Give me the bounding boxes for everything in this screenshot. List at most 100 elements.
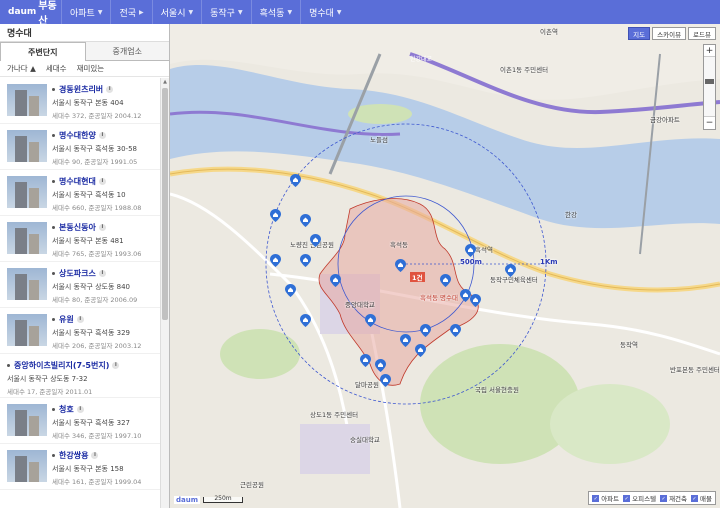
apartment-marker-icon[interactable]: [450, 324, 461, 337]
info-badge-icon[interactable]: i: [112, 362, 120, 369]
top-navigation-bar: daum 부동산 아파트 ▼ 전국 ▶ 서울시 ▼ 동작구 ▼ 흑석동 ▼ 명수대 ▼: [0, 0, 720, 27]
apartment-marker-icon[interactable]: [420, 324, 431, 337]
sort-by-other[interactable]: 재미있는: [77, 63, 105, 74]
map-type-map-button[interactable]: 지도: [628, 27, 651, 40]
apartment-marker-icon[interactable]: [440, 274, 451, 287]
apartment-thumbnail[interactable]: [7, 450, 47, 482]
checkbox-icon[interactable]: ✓: [592, 494, 600, 502]
complex-name[interactable]: 본동신동아 i: [52, 222, 158, 233]
sort-by-households[interactable]: 세대수: [46, 63, 67, 74]
chevron-down-icon: ▼: [237, 8, 243, 16]
breadcrumb-city[interactable]: 서울시 ▼: [153, 0, 203, 24]
complex-name[interactable]: 청호 i: [52, 404, 158, 415]
list-item[interactable]: 청호 i 서울시 동작구 흑석동 327 세대수 346, 준공일자 1997.10: [0, 398, 160, 444]
info-badge-icon[interactable]: i: [76, 406, 84, 413]
apartment-thumbnail[interactable]: [7, 176, 47, 208]
legend-apartment[interactable]: ✓ 아파트: [592, 493, 619, 503]
tab-agencies[interactable]: 중개업소: [85, 42, 169, 61]
scrollbar-thumb[interactable]: [162, 88, 168, 320]
map-view[interactable]: 이촌역 이촌1동 주민센터 한강대교 노들섬 한강 흑석역 흑석동 중앙대학교 …: [170, 24, 720, 508]
info-badge-icon[interactable]: i: [76, 316, 84, 323]
sidebar-title: 명수대: [0, 24, 169, 42]
breadcrumb-complex[interactable]: 명수대 ▼: [301, 0, 349, 24]
info-badge-icon[interactable]: i: [98, 178, 106, 185]
map-type-roadview-button[interactable]: 로드뷰: [688, 27, 716, 40]
info-badge-icon[interactable]: i: [106, 86, 114, 93]
zoom-slider-knob[interactable]: [705, 79, 714, 84]
list-item[interactable]: 상도파크스 i 서울시 동작구 상도동 840 세대수 80, 준공일자 2006.0…: [0, 262, 160, 308]
apartment-marker-icon[interactable]: [465, 244, 476, 257]
apartment-thumbnail[interactable]: [7, 130, 47, 162]
breadcrumb-nation[interactable]: 전국 ▶: [111, 0, 153, 24]
complex-name[interactable]: 상도파크스 i: [52, 268, 158, 279]
apartment-thumbnail[interactable]: [7, 268, 47, 300]
legend-officetel[interactable]: ✓ 오피스텔: [623, 493, 656, 503]
apartment-marker-icon[interactable]: [270, 254, 281, 267]
info-badge-icon[interactable]: i: [98, 270, 106, 277]
scroll-up-icon[interactable]: ▲: [161, 78, 169, 86]
apartment-marker-icon[interactable]: [470, 294, 481, 307]
daum-logo: daum: [8, 7, 37, 17]
daum-real-estate-logo[interactable]: daum 부동산: [0, 0, 62, 27]
apartment-marker-icon[interactable]: [300, 254, 311, 267]
complex-name[interactable]: 명수대현대 i: [52, 176, 158, 187]
apartment-marker-icon[interactable]: [415, 344, 426, 357]
complex-address: 서울시 동작구 본동 158: [52, 465, 124, 473]
apartment-marker-icon[interactable]: [330, 274, 341, 287]
selected-count-tag[interactable]: 1건: [410, 272, 425, 282]
complex-name[interactable]: 중앙하이츠빌리지(7-5번지) i: [7, 360, 157, 371]
checkbox-icon[interactable]: ✓: [623, 494, 631, 502]
apartment-marker-icon[interactable]: [310, 234, 321, 247]
apartment-marker-icon[interactable]: [505, 264, 516, 277]
apartment-thumbnail[interactable]: [7, 222, 47, 254]
checkbox-icon[interactable]: ✓: [660, 494, 668, 502]
complex-name[interactable]: 명수대한양 i: [52, 130, 158, 141]
list-item[interactable]: 한강쌍용 i 서울시 동작구 본동 158 세대수 161, 준공일자 1999.04: [0, 444, 160, 490]
apartment-thumbnail[interactable]: [7, 404, 47, 436]
complex-address: 서울시 동작구 흑석동 30-58: [52, 145, 137, 153]
zoom-slider[interactable]: [704, 57, 715, 117]
apartment-marker-icon[interactable]: [360, 354, 371, 367]
apartment-marker-icon[interactable]: [400, 334, 411, 347]
apartment-thumbnail[interactable]: [7, 84, 47, 116]
info-badge-icon[interactable]: i: [98, 132, 106, 139]
apartment-marker-icon[interactable]: [290, 174, 301, 187]
checkbox-icon[interactable]: ✓: [691, 494, 699, 502]
sidebar-scrollbar[interactable]: ▲: [160, 78, 169, 508]
map-type-controls: 지도 스카이뷰 로드뷰: [628, 27, 716, 40]
breadcrumb-property-type[interactable]: 아파트 ▼: [62, 0, 112, 24]
apartment-marker-icon[interactable]: [300, 214, 311, 227]
apartment-thumbnail[interactable]: [7, 314, 47, 346]
list-item[interactable]: 경동윈츠리버 i 서울시 동작구 본동 404 세대수 372, 준공일자 2004.…: [0, 78, 160, 124]
apartment-marker-icon[interactable]: [375, 359, 386, 372]
map-label-sangdo1-center: 상도1동 주민센터: [310, 411, 359, 419]
zoom-in-button[interactable]: +: [704, 45, 715, 57]
breadcrumb-dong[interactable]: 흑석동 ▼: [252, 0, 302, 24]
apartment-marker-icon[interactable]: [365, 314, 376, 327]
apartment-marker-icon[interactable]: [270, 209, 281, 222]
list-item[interactable]: 명수대한양 i 서울시 동작구 흑석동 30-58 세대수 90, 준공일자 1991…: [0, 124, 160, 170]
apartment-marker-icon[interactable]: [380, 374, 391, 387]
info-badge-icon[interactable]: i: [98, 224, 106, 231]
complex-name[interactable]: 유원 i: [52, 314, 158, 325]
apartment-marker-icon[interactable]: [300, 314, 311, 327]
complex-name[interactable]: 한강쌍용 i: [52, 450, 158, 461]
list-item[interactable]: 유원 i 서울시 동작구 흑석동 329 세대수 206, 준공일자 2003.12: [0, 308, 160, 354]
info-badge-icon[interactable]: i: [91, 452, 99, 459]
zoom-out-button[interactable]: −: [704, 117, 715, 129]
breadcrumb-district[interactable]: 동작구 ▼: [202, 0, 252, 24]
complex-info: 세대수 765, 준공일자 1993.06: [52, 250, 142, 258]
map-type-skyview-button[interactable]: 스카이뷰: [652, 27, 687, 40]
list-item[interactable]: 명수대현대 i 서울시 동작구 흑석동 10 세대수 660, 준공일자 1988.0…: [0, 170, 160, 216]
tab-nearby-complexes[interactable]: 주변단지: [0, 42, 86, 61]
sort-by-name[interactable]: 가나다 ▲: [7, 63, 36, 74]
list-item[interactable]: 본동신동아 i 서울시 동작구 본동 481 세대수 765, 준공일자 1993.0…: [0, 216, 160, 262]
apartment-marker-icon[interactable]: [395, 259, 406, 272]
legend-rebuild[interactable]: ✓ 재건축: [660, 493, 687, 503]
list-item[interactable]: 중앙하이츠빌리지(7-5번지) i 서울시 동작구 상도동 7-32 세대수 17, …: [0, 354, 160, 398]
map-label-chungang-univ: 중앙대학교: [345, 301, 375, 309]
legend-listing[interactable]: ✓ 매물: [691, 493, 712, 503]
chevron-down-icon: ▼: [188, 8, 194, 16]
complex-name[interactable]: 경동윈츠리버 i: [52, 84, 158, 95]
apartment-marker-icon[interactable]: [285, 284, 296, 297]
